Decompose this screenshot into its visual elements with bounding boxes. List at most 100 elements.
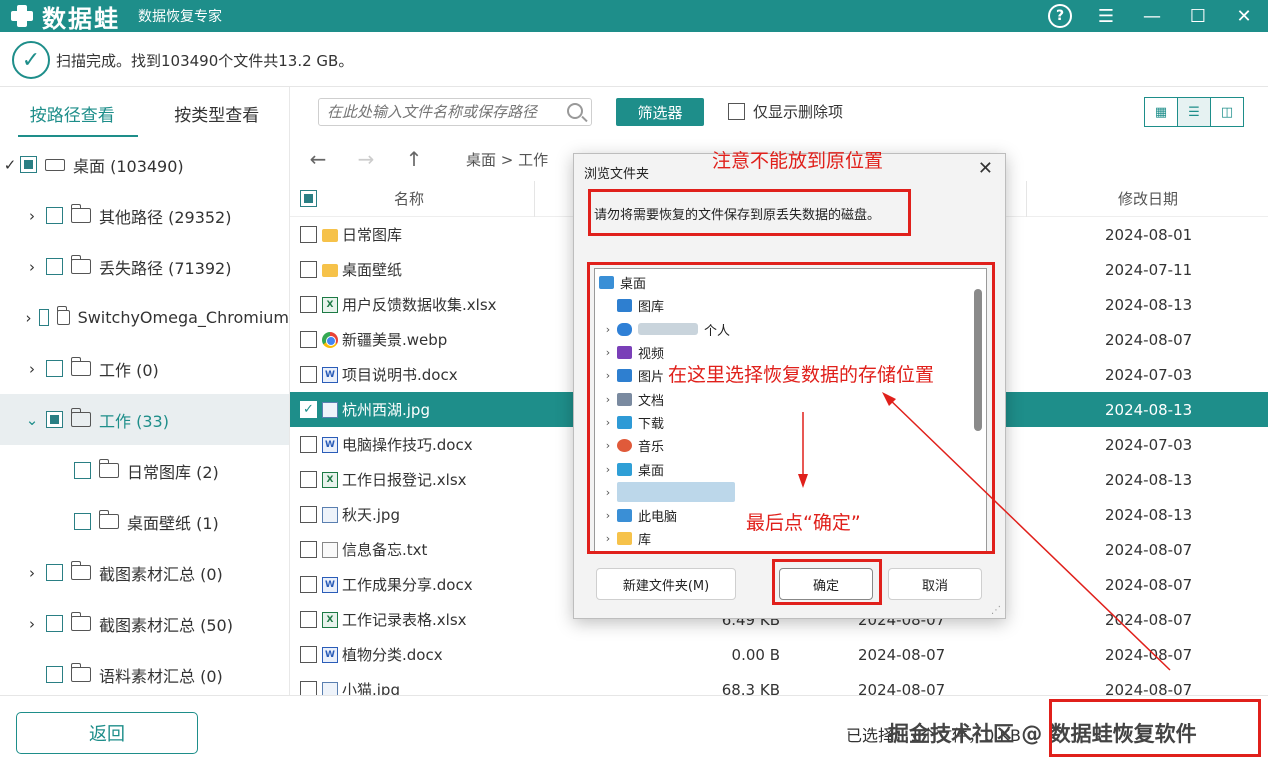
tree-item-desktop[interactable]: ✓ 桌面 (103490) bbox=[0, 139, 289, 190]
menu-icon[interactable]: ☰ bbox=[1094, 4, 1118, 28]
tree-checkbox[interactable] bbox=[46, 666, 63, 683]
file-name: 植物分类.docx bbox=[342, 646, 443, 664]
tab-by-type[interactable]: 按类型查看 bbox=[145, 87, 290, 139]
help-icon[interactable]: ? bbox=[1048, 4, 1072, 28]
column-divider[interactable] bbox=[534, 181, 535, 217]
row-checkbox[interactable] bbox=[300, 506, 317, 523]
annotation-box-ok bbox=[772, 559, 882, 605]
list-view-icon[interactable]: ☰ bbox=[1178, 98, 1211, 126]
tree-checkbox[interactable] bbox=[74, 513, 91, 530]
back-button[interactable]: 返回 bbox=[16, 712, 198, 754]
chevron-right-icon[interactable]: › bbox=[24, 258, 40, 276]
row-checkbox[interactable] bbox=[300, 471, 317, 488]
file-row[interactable]: W 植物分类.docx 0.00 B 2024-08-07 2024-08-07 bbox=[290, 637, 1268, 672]
chevron-right-icon[interactable]: › bbox=[24, 309, 33, 327]
search-input[interactable] bbox=[327, 103, 557, 121]
row-checkbox[interactable] bbox=[300, 366, 317, 383]
tab-by-path[interactable]: 按路径查看 bbox=[0, 87, 145, 139]
row-checkbox[interactable] bbox=[300, 331, 317, 348]
file-name: 小猫.jpg bbox=[342, 681, 400, 695]
row-checkbox[interactable] bbox=[300, 296, 317, 313]
tree-item-wallpaper[interactable]: 桌面壁纸 (1) bbox=[0, 496, 289, 547]
row-checkbox[interactable] bbox=[300, 436, 317, 453]
breadcrumb[interactable]: 桌面 > 工作 bbox=[466, 149, 548, 170]
tree-checkbox[interactable] bbox=[46, 258, 63, 275]
file-date: 2024-08-07 bbox=[1105, 645, 1193, 664]
tree-item-label: 语料素材汇总 (0) bbox=[99, 666, 223, 686]
file-size: 68.3 KB bbox=[721, 680, 780, 696]
deleted-only-checkbox[interactable] bbox=[728, 103, 745, 120]
image-file-icon bbox=[322, 681, 338, 695]
file-date: 2024-07-11 bbox=[1105, 260, 1193, 279]
tree-item-lost-paths[interactable]: › 丢失路径 (71392) bbox=[0, 241, 289, 292]
cancel-button[interactable]: 取消 bbox=[888, 568, 982, 600]
chevron-down-icon[interactable]: ⌄ bbox=[24, 411, 40, 429]
row-checkbox[interactable] bbox=[300, 611, 317, 628]
column-modified-date[interactable]: 修改日期 bbox=[1118, 188, 1178, 209]
search-box[interactable] bbox=[318, 98, 592, 126]
chevron-right-icon[interactable]: › bbox=[24, 360, 40, 378]
chevron-right-icon[interactable]: › bbox=[24, 615, 40, 633]
tree-item-other-paths[interactable]: › 其他路径 (29352) bbox=[0, 190, 289, 241]
chrome-image-icon bbox=[322, 331, 338, 348]
toolbar: 筛选器 仅显示删除项 ▦ ☰ ◫ bbox=[290, 87, 1268, 137]
new-folder-button[interactable]: 新建文件夹(M) bbox=[596, 568, 736, 600]
file-date: 2024-08-13 bbox=[1105, 295, 1193, 314]
row-checkbox[interactable] bbox=[300, 226, 317, 243]
close-icon[interactable]: ✕ bbox=[1232, 4, 1256, 28]
folder-icon bbox=[70, 408, 91, 427]
row-checkbox[interactable] bbox=[300, 646, 317, 663]
file-name: 项目说明书.docx bbox=[342, 366, 458, 384]
tree-item-screenshot-0[interactable]: › 截图素材汇总 (0) bbox=[0, 547, 289, 598]
maximize-icon[interactable]: ☐ bbox=[1186, 4, 1210, 28]
chevron-right-icon[interactable]: › bbox=[24, 207, 40, 225]
file-date: 2024-08-07 bbox=[1105, 330, 1193, 349]
tree-item-work-0[interactable]: › 工作 (0) bbox=[0, 343, 289, 394]
excel-file-icon: X bbox=[322, 471, 338, 488]
column-name[interactable]: 名称 bbox=[394, 188, 424, 209]
folder-icon bbox=[98, 459, 119, 478]
file-size: 0.00 B bbox=[731, 645, 780, 664]
word-file-icon: W bbox=[322, 646, 338, 663]
row-checkbox-checked[interactable] bbox=[300, 401, 317, 418]
tree-checkbox[interactable] bbox=[46, 411, 63, 428]
row-checkbox[interactable] bbox=[300, 541, 317, 558]
row-checkbox[interactable] bbox=[300, 261, 317, 278]
tree-item-label: 桌面 (103490) bbox=[73, 156, 184, 176]
search-icon[interactable] bbox=[567, 103, 583, 119]
tree-item-work-33[interactable]: ⌄ 工作 (33) bbox=[0, 394, 289, 445]
filter-button[interactable]: 筛选器 bbox=[616, 98, 704, 126]
back-arrow-icon[interactable]: ← bbox=[298, 147, 338, 171]
row-checkbox[interactable] bbox=[300, 576, 317, 593]
chevron-right-icon[interactable]: › bbox=[24, 564, 40, 582]
tree-checkbox[interactable] bbox=[46, 207, 63, 224]
tree-item-corpus[interactable]: 语料素材汇总 (0) bbox=[0, 649, 289, 695]
tree-checkbox[interactable] bbox=[46, 360, 63, 377]
tree-item-screenshot-50[interactable]: › 截图素材汇总 (50) bbox=[0, 598, 289, 649]
row-checkbox[interactable] bbox=[300, 681, 317, 695]
resize-grip-icon[interactable]: ⋰ bbox=[991, 605, 1001, 616]
detail-view-icon[interactable]: ◫ bbox=[1211, 98, 1243, 126]
forward-arrow-icon[interactable]: → bbox=[346, 147, 386, 171]
app-window: 数据蛙 数据恢复专家 ? ☰ — ☐ ✕ ✓ 扫描完成。找到103490个文件共… bbox=[0, 0, 1268, 767]
select-all-checkbox[interactable] bbox=[300, 190, 317, 207]
folder-icon bbox=[70, 357, 91, 376]
annotation-click-ok: 最后点“确定” bbox=[746, 512, 861, 534]
tree-checkbox[interactable] bbox=[20, 156, 37, 173]
dialog-close-icon[interactable]: ✕ bbox=[978, 158, 993, 179]
tree-checkbox[interactable] bbox=[46, 564, 63, 581]
deleted-only-toggle[interactable]: 仅显示删除项 bbox=[728, 101, 843, 122]
tree-item-daily-gallery[interactable]: 日常图库 (2) bbox=[0, 445, 289, 496]
tree-checkbox[interactable] bbox=[46, 615, 63, 632]
column-divider[interactable] bbox=[1026, 181, 1027, 217]
expand-icon[interactable]: ✓ bbox=[2, 156, 18, 174]
up-arrow-icon[interactable]: ↑ bbox=[394, 147, 434, 171]
file-name: 工作日报登记.xlsx bbox=[342, 471, 467, 489]
logo-cross-icon bbox=[8, 2, 36, 30]
file-row[interactable]: 小猫.jpg 68.3 KB 2024-08-07 2024-08-07 bbox=[290, 672, 1268, 695]
minimize-icon[interactable]: — bbox=[1140, 4, 1164, 28]
tree-checkbox[interactable] bbox=[74, 462, 91, 479]
grid-view-icon[interactable]: ▦ bbox=[1145, 98, 1178, 126]
tree-item-switchyomega[interactable]: › SwitchyOmega_Chromium bbox=[0, 292, 289, 343]
tree-checkbox[interactable] bbox=[39, 309, 50, 326]
